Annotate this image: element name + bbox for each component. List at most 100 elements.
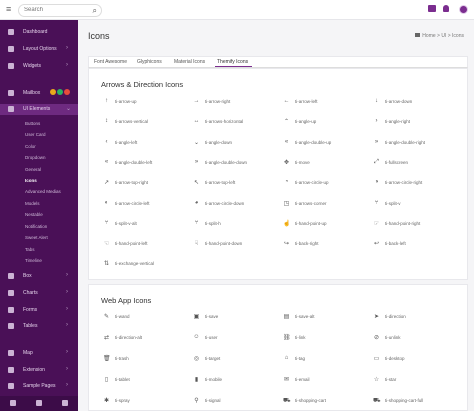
settings-icon[interactable] bbox=[10, 400, 16, 406]
icon-name: ti-trash bbox=[115, 356, 129, 361]
badge-green bbox=[57, 89, 63, 95]
mail-icon bbox=[8, 90, 14, 96]
avatar[interactable] bbox=[459, 5, 468, 14]
user-icon: ☺ bbox=[193, 334, 200, 340]
icon-name: ti-angle-double-down bbox=[205, 159, 248, 165]
icon-name: ti-tablet bbox=[115, 377, 130, 382]
shopping-cart-icon: ⛟ bbox=[283, 398, 291, 404]
sidebar-item-tables[interactable]: Tables › bbox=[0, 321, 78, 332]
sidebar-item-map[interactable]: Map › bbox=[0, 348, 78, 359]
sidebar-sub-item[interactable]: Models bbox=[25, 201, 40, 206]
tab-material-icons[interactable]: Material Icons bbox=[174, 59, 205, 65]
sidebar-item-extension[interactable]: Extension › bbox=[0, 365, 78, 376]
sidebar-item-charts[interactable]: Charts › bbox=[0, 288, 78, 299]
sidebar-sub-item[interactable]: Color bbox=[25, 144, 36, 149]
widgets-icon bbox=[8, 63, 14, 69]
trash-icon: 🗑 bbox=[103, 356, 111, 362]
icon-name: ti-star bbox=[385, 377, 397, 382]
badge-red bbox=[64, 89, 70, 95]
layout-icon bbox=[8, 46, 14, 52]
sidebar-sub-item[interactable]: General bbox=[25, 167, 41, 172]
sidebar-item-label: Sample Pages bbox=[23, 383, 56, 389]
sidebar-item-label: Extension bbox=[23, 367, 45, 373]
sidebar-footer bbox=[0, 396, 78, 411]
box-icon bbox=[8, 273, 14, 279]
sidebar-sub-item[interactable]: Tabs bbox=[25, 247, 35, 252]
mail-icon[interactable] bbox=[36, 400, 42, 406]
sidebar-item-widgets[interactable]: Widgets › bbox=[0, 61, 78, 72]
icon-name: ti-user bbox=[205, 335, 218, 340]
search-icon[interactable]: ⌕ bbox=[93, 6, 97, 16]
angle-right-icon: › bbox=[375, 118, 378, 125]
sidebar-sub-item-active[interactable]: Icons bbox=[25, 178, 37, 183]
angle-down-icon: ⌄ bbox=[193, 139, 200, 146]
sidebar-sub-item[interactable]: User Card bbox=[25, 132, 46, 137]
sidebar-sub-item[interactable]: Advanced Medias bbox=[25, 189, 61, 194]
chevron-right-icon: › bbox=[66, 289, 68, 295]
sidebar-item-label: Widgets bbox=[23, 63, 42, 69]
map-icon bbox=[8, 350, 14, 356]
icon-name: ti-back-left bbox=[385, 241, 406, 247]
badge-yellow bbox=[50, 89, 56, 95]
icon-name: ti-arrow-circle-left bbox=[115, 200, 150, 206]
angle-up-icon: ⌃ bbox=[283, 119, 290, 126]
icon-name: ti-hand-point-left bbox=[115, 241, 148, 247]
sidebar-item-forms[interactable]: Forms › bbox=[0, 305, 78, 316]
sidebar-item-mailbox[interactable]: Mailbox bbox=[0, 88, 78, 99]
split-v-icon: ⑂ bbox=[374, 199, 379, 206]
icon-name: ti-arrow-up bbox=[115, 99, 137, 104]
sidebar-item-dashboard[interactable]: Dashboard bbox=[0, 27, 78, 38]
unlink-icon: ⊘ bbox=[373, 335, 380, 341]
mail-icon[interactable] bbox=[428, 5, 436, 12]
wand-icon: ✎ bbox=[103, 314, 110, 320]
sidebar-sub-item[interactable]: Timeline bbox=[25, 258, 42, 263]
icon-name: ti-angle-right bbox=[385, 119, 411, 125]
spray-icon: ✱ bbox=[103, 398, 110, 404]
breadcrumb-ui[interactable]: UI bbox=[441, 33, 446, 39]
sidebar-item-box[interactable]: Box › bbox=[0, 271, 78, 282]
active-tab-indicator bbox=[215, 66, 252, 67]
mailbox-badges bbox=[50, 89, 71, 97]
arrows-vertical-icon: ↕ bbox=[105, 118, 108, 125]
sidebar-item-label: Tables bbox=[23, 323, 38, 329]
chevron-right-icon: › bbox=[66, 272, 68, 278]
power-icon[interactable] bbox=[62, 400, 68, 406]
search-box[interactable]: ⌕ bbox=[18, 4, 102, 17]
icon-name: ti-arrow-top-right bbox=[115, 180, 149, 186]
hamburger-icon[interactable]: ≡ bbox=[6, 4, 11, 14]
arrow-down-icon: ↓ bbox=[375, 98, 378, 104]
sidebar-item-label: Map bbox=[23, 350, 33, 356]
sidebar-item-layout-options[interactable]: Layout Options › bbox=[0, 44, 78, 55]
icon-name: ti-hand-point-right bbox=[385, 220, 421, 226]
angle-double-up-icon: « bbox=[284, 138, 289, 145]
sidebar-sub-item[interactable]: Buttons bbox=[25, 121, 40, 126]
tab-font-awesome[interactable]: Font Awesome bbox=[94, 59, 127, 65]
sidebar-sub-item[interactable]: Sweet Alert bbox=[25, 235, 48, 240]
sidebar-item-sample-pages[interactable]: Sample Pages › bbox=[0, 381, 78, 392]
icon-name: ti-link bbox=[295, 335, 306, 340]
icon-name: ti-move bbox=[295, 159, 310, 165]
save-alt-icon: ▤ bbox=[283, 314, 290, 320]
breadcrumb-home[interactable]: Home bbox=[422, 33, 435, 39]
sidebar-sub-item[interactable]: Nestable bbox=[25, 212, 43, 217]
pages-icon bbox=[8, 383, 14, 389]
sidebar-item-label: Charts bbox=[23, 290, 38, 296]
tab-themify-icons[interactable]: Themify Icons bbox=[217, 59, 248, 65]
arrow-left-icon: ← bbox=[283, 98, 290, 104]
sidebar-item-ui-elements[interactable]: UI Elements ⌄ bbox=[0, 104, 78, 115]
direction-alt-icon: ⇄ bbox=[103, 335, 110, 341]
sidebar-sub-item[interactable]: Notification bbox=[25, 224, 47, 229]
icon-name: ti-arrow-top-left bbox=[205, 180, 236, 186]
sidebar-item-label: Dashboard bbox=[23, 29, 48, 35]
arrows-corner-icon: ◳ bbox=[283, 200, 290, 207]
home-icon bbox=[415, 33, 421, 37]
sidebar-sub-item[interactable]: Dropdown bbox=[25, 155, 46, 160]
arrow-circle-down-icon: ◕ bbox=[194, 199, 199, 206]
bell-icon[interactable] bbox=[443, 5, 449, 12]
mobile-icon: ▮ bbox=[194, 377, 199, 383]
search-input[interactable] bbox=[24, 7, 88, 13]
icon-name: ti-desktop bbox=[385, 356, 405, 361]
icon-name: ti-split-v-alt bbox=[115, 220, 137, 226]
chevron-right-icon: › bbox=[66, 366, 68, 372]
tab-glyphicons[interactable]: Glyphicons bbox=[137, 59, 162, 65]
